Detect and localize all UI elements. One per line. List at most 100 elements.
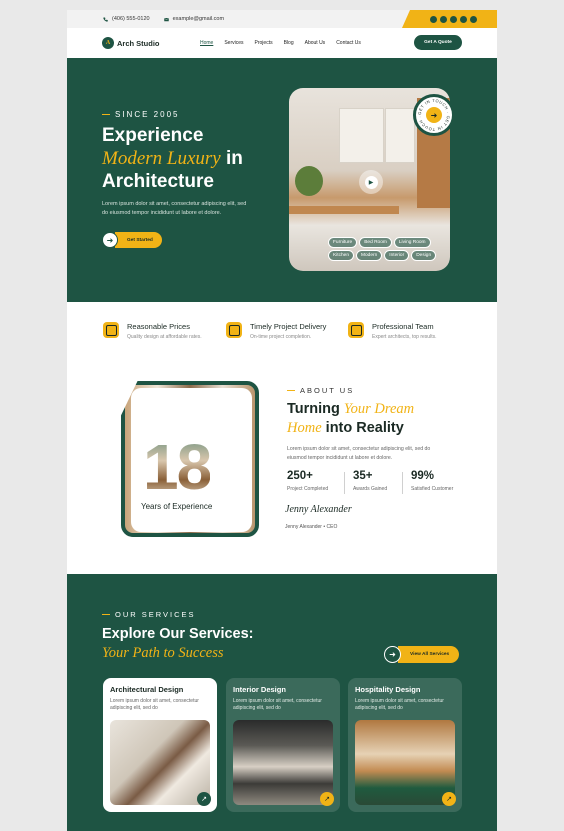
stat-label: Satisfied Customer — [411, 486, 454, 492]
twitter-icon[interactable] — [440, 15, 447, 23]
nav-item-blog[interactable]: Blog — [284, 40, 294, 46]
nav-item-home[interactable]: Home — [200, 40, 213, 46]
about-label: ABOUT US — [287, 386, 354, 395]
services-title: Explore Our Services: Your Path to Succe… — [102, 625, 302, 663]
feature-delivery: Timely Project Delivery On-time project c… — [226, 322, 326, 340]
hero-title-in: in — [220, 148, 243, 169]
arrow-right-icon: ➜ — [384, 646, 401, 663]
services-label-text: OUR SERVICES — [115, 610, 196, 619]
get-in-touch-badge[interactable]: GET IN TOUCH · GET IN TOUCH · ➜ — [413, 94, 455, 136]
feature-title: Timely Project Delivery — [250, 322, 327, 331]
mail-icon — [163, 17, 169, 21]
arrow-up-right-icon[interactable]: ↗ — [197, 792, 211, 806]
years-label: Years of Experience — [141, 502, 213, 511]
nav-item-projects[interactable]: Projects — [255, 40, 273, 46]
nav-item-services[interactable]: Services — [224, 40, 243, 46]
nav-menu: Home Services Projects Blog About Us Con… — [200, 40, 372, 46]
card-desc: Lorem ipsum dolor sit amet, consectetur … — [355, 698, 444, 711]
get-quote-button[interactable]: Get A Quote — [414, 35, 462, 50]
stat-projects: 250+ Project Completed — [287, 470, 328, 492]
landing-page: (406) 555-0120 example@gmail.com A Arch … — [67, 10, 497, 831]
stat-value: 99% — [411, 470, 435, 482]
ceo-signature: Jenny Alexander — [285, 504, 352, 515]
about-label-text: ABOUT US — [300, 386, 355, 395]
logo-icon: A — [102, 37, 114, 49]
stat-awards: 35+ Awards Gained — [353, 470, 387, 492]
service-card-interior[interactable]: Interior Design Lorem ipsum dolor sit am… — [226, 678, 340, 812]
hero-title-italic: Modern Luxury — [102, 148, 221, 169]
nav-item-about[interactable]: About Us — [305, 40, 326, 46]
email-address: example@gmail.com — [172, 16, 225, 22]
play-video-button[interactable]: ▶ — [359, 170, 383, 194]
accent-dash — [287, 390, 295, 391]
hero-title-line1: Experience — [102, 125, 204, 146]
accent-dash — [102, 614, 110, 615]
price-box-icon — [103, 322, 119, 338]
hotel-lobby-image — [355, 720, 455, 805]
service-card-architectural[interactable]: Architectural Design Lorem ipsum dolor s… — [103, 678, 217, 812]
feature-subtitle: On-time project completion. — [250, 334, 312, 340]
view-all-services-button[interactable]: ➜ View All Services — [384, 646, 460, 663]
services-label: OUR SERVICES — [102, 610, 196, 619]
brand-name: Arch Studio — [117, 38, 160, 48]
phone-number: (406) 555-0120 — [112, 16, 150, 22]
years-number: 18 — [143, 431, 212, 503]
hero-title: Experience Modern Luxury in Architecture — [102, 124, 302, 193]
get-started-button[interactable]: ➜ Get Started — [102, 232, 162, 248]
main-nav: A Arch Studio Home Services Projects Blo… — [67, 28, 497, 58]
upper-cabinet — [385, 108, 415, 163]
arrow-up-right-icon[interactable]: ↗ — [320, 792, 334, 806]
divider — [402, 472, 403, 494]
architect-drawing-image — [110, 720, 210, 805]
tag[interactable]: Design — [411, 250, 437, 261]
stat-label: Awards Gained — [353, 486, 388, 492]
tag[interactable]: Living Room — [393, 237, 431, 248]
youtube-icon[interactable] — [470, 15, 477, 23]
about-title: Turning Your Dream Home into Reality — [287, 400, 457, 438]
feature-subtitle: Quality design at affordable rates. — [127, 334, 202, 340]
phone-icon — [103, 17, 108, 22]
tag[interactable]: Interior — [384, 250, 410, 261]
dining-room-image — [233, 720, 333, 805]
team-helmet-icon — [348, 322, 364, 338]
card-title: Architectural Design — [110, 685, 184, 694]
accent-dash — [102, 114, 110, 115]
feature-title: Reasonable Prices — [127, 322, 190, 331]
about-title-italic: Your Dream — [343, 401, 415, 417]
feature-prices: Reasonable Prices Quality design at affor… — [103, 322, 202, 340]
stat-value: 35+ — [353, 470, 373, 482]
facebook-icon[interactable] — [430, 15, 437, 23]
tag[interactable]: Modern — [356, 250, 383, 261]
about-title-b: into Reality — [321, 420, 404, 436]
tag[interactable]: Bed Room — [359, 237, 392, 248]
stat-label: Project Completed — [287, 486, 329, 492]
phone-contact[interactable]: (406) 555-0120 — [103, 16, 150, 22]
hero-tags: Furniture Bed Room Living Room Kitchen M… — [328, 237, 444, 261]
about-title-a: Turning — [287, 401, 344, 417]
instagram-icon[interactable] — [450, 15, 457, 23]
hero-paragraph: Lorem ipsum dolor sit amet, consectetur … — [102, 201, 247, 216]
service-card-hospitality[interactable]: Hospitality Design Lorem ipsum dolor sit… — [348, 678, 462, 812]
brand-logo[interactable]: A Arch Studio — [102, 37, 160, 49]
view-all-label: View All Services — [398, 646, 460, 663]
card-title: Interior Design — [233, 685, 286, 694]
feature-team: Professional Team Expert architects, top … — [348, 322, 436, 340]
arrow-up-right-icon[interactable]: ↗ — [442, 792, 456, 806]
about-paragraph: Lorem ipsum dolor sit amet, consectetur … — [287, 446, 431, 461]
delivery-icon — [226, 322, 242, 338]
ceo-name: Jenny Alexander • CEO — [285, 524, 338, 530]
social-links — [402, 10, 497, 28]
pinterest-icon[interactable] — [460, 15, 467, 23]
email-contact[interactable]: example@gmail.com — [163, 16, 225, 22]
card-desc: Lorem ipsum dolor sit amet, consectetur … — [233, 698, 322, 711]
services-title-line1: Explore Our Services: — [102, 626, 254, 642]
tag[interactable]: Kitchen — [328, 250, 354, 261]
about-title-italic: Home — [287, 420, 322, 436]
kitchen-island — [289, 206, 399, 214]
arrow-right-icon: ➜ — [102, 232, 118, 248]
card-title: Hospitality Design — [355, 685, 421, 694]
nav-item-contact[interactable]: Contact Us — [336, 40, 361, 46]
tag[interactable]: Furniture — [328, 237, 358, 248]
card-desc: Lorem ipsum dolor sit amet, consectetur … — [110, 698, 199, 711]
divider — [344, 472, 345, 494]
